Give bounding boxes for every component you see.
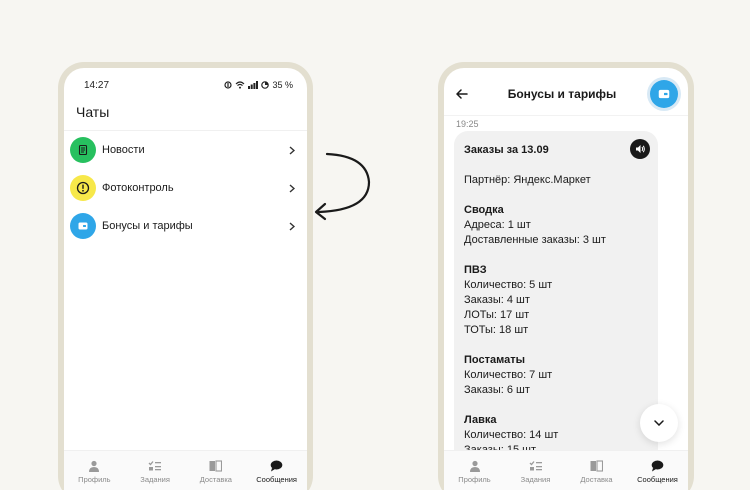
chat-item-news[interactable]: Новости	[64, 131, 307, 169]
bottom-nav: Профиль Задания Доставка Сообщения	[64, 450, 307, 490]
chevron-right-icon	[287, 145, 297, 155]
warning-icon	[70, 175, 96, 201]
chat-item-photocontrol[interactable]: Фотоконтроль	[64, 169, 307, 207]
chat-list: Новости Фотоконтроль Бонусы и тарифы	[64, 130, 307, 245]
nav-profile[interactable]: Профиль	[66, 459, 122, 484]
chevron-right-icon	[287, 221, 297, 231]
nav-label: Профиль	[78, 475, 111, 484]
pvz-line: ЛОТы: 17 шт	[464, 309, 530, 321]
nav-label: Задания	[140, 475, 170, 484]
chats-screen: 14:27 35 % Чаты Новости Фотоконтроль Бон…	[64, 68, 307, 490]
status-time: 14:27	[84, 79, 110, 91]
status-icons: 35 %	[224, 80, 293, 90]
chevron-right-icon	[287, 183, 297, 193]
partner-line: Партнёр: Яндекс.Маркет	[464, 174, 591, 186]
nav-label: Задания	[520, 475, 551, 484]
battery-percent: 35 %	[272, 80, 293, 90]
person-icon	[468, 459, 482, 472]
pvz-line: Количество: 5 шт	[464, 279, 553, 291]
postamat-line: Заказы: 6 шт	[464, 384, 530, 396]
nav-label: Сообщения	[637, 475, 678, 484]
nav-label: Сообщения	[256, 475, 297, 484]
scroll-down-button[interactable]	[640, 404, 678, 442]
tasks-icon	[529, 459, 543, 472]
nav-label: Доставка	[199, 475, 232, 484]
news-icon	[70, 137, 96, 163]
nav-delivery[interactable]: Доставка	[569, 459, 625, 484]
battery-icon	[261, 81, 270, 89]
pvz-heading: ПВЗ	[464, 264, 487, 276]
nav-label: Профиль	[458, 475, 491, 484]
nav-label: Доставка	[580, 475, 613, 484]
curved-arrow-icon	[314, 152, 371, 221]
lavka-heading: Лавка	[464, 414, 497, 426]
nav-profile[interactable]: Профиль	[447, 459, 503, 484]
postamat-line: Количество: 7 шт	[464, 369, 553, 381]
wallet-icon	[70, 213, 96, 239]
signal-icon	[248, 81, 259, 89]
summary-line: Адреса: 1 шт	[464, 219, 531, 231]
page-title: Чаты	[76, 104, 110, 120]
pvz-line: ТОТы: 18 шт	[464, 324, 529, 336]
chat-bubble-icon	[270, 459, 284, 472]
message-time: 19:25	[456, 119, 479, 129]
wallet-icon[interactable]	[650, 79, 678, 108]
message-bubble: Заказы за 13.09 Партнёр: Яндекс.Маркет С…	[454, 131, 658, 471]
chat-label: Фотоконтроль	[102, 182, 174, 194]
person-icon	[87, 459, 101, 472]
chat-header: Бонусы и тарифы	[444, 72, 688, 116]
wifi-icon	[236, 81, 245, 89]
pvz-line: Заказы: 4 шт	[464, 294, 530, 306]
message-title: Заказы за 13.09	[464, 144, 549, 156]
nav-delivery[interactable]: Доставка	[188, 459, 244, 484]
nav-messages[interactable]: Сообщения	[249, 459, 305, 484]
chat-screen: Бонусы и тарифы 19:25 Заказы за 13.09 Па…	[444, 68, 688, 490]
book-icon	[590, 459, 604, 472]
nav-messages[interactable]: Сообщения	[630, 459, 686, 484]
chat-label: Бонусы и тарифы	[102, 220, 193, 232]
chat-item-bonuses[interactable]: Бонусы и тарифы	[64, 207, 307, 245]
back-arrow-icon[interactable]	[456, 85, 474, 103]
summary-line: Доставленные заказы: 3 шт	[464, 234, 606, 246]
nav-tasks[interactable]: Задания	[127, 459, 183, 484]
chat-bubble-icon	[651, 459, 665, 472]
postamat-heading: Постаматы	[464, 354, 525, 366]
bottom-nav: Профиль Задания Доставка Сообщения	[444, 450, 688, 490]
status-bar: 14:27 35 %	[64, 72, 307, 98]
left-phone-frame: 14:27 35 % Чаты Новости Фотоконтроль Бон…	[58, 62, 313, 490]
speaker-icon[interactable]	[630, 139, 650, 159]
alarm-icon	[224, 81, 233, 89]
tasks-icon	[148, 459, 162, 472]
chevron-down-icon	[654, 420, 664, 426]
chat-title: Бонусы и тарифы	[507, 86, 617, 101]
chat-label: Новости	[102, 144, 145, 156]
canvas: 14:27 35 % Чаты Новости Фотоконтроль Бон…	[0, 0, 750, 490]
book-icon	[209, 459, 223, 472]
lavka-line: Количество: 14 шт	[464, 429, 559, 441]
right-phone-frame: Бонусы и тарифы 19:25 Заказы за 13.09 Па…	[438, 62, 694, 490]
nav-tasks[interactable]: Задания	[508, 459, 564, 484]
summary-heading: Сводка	[464, 204, 504, 216]
